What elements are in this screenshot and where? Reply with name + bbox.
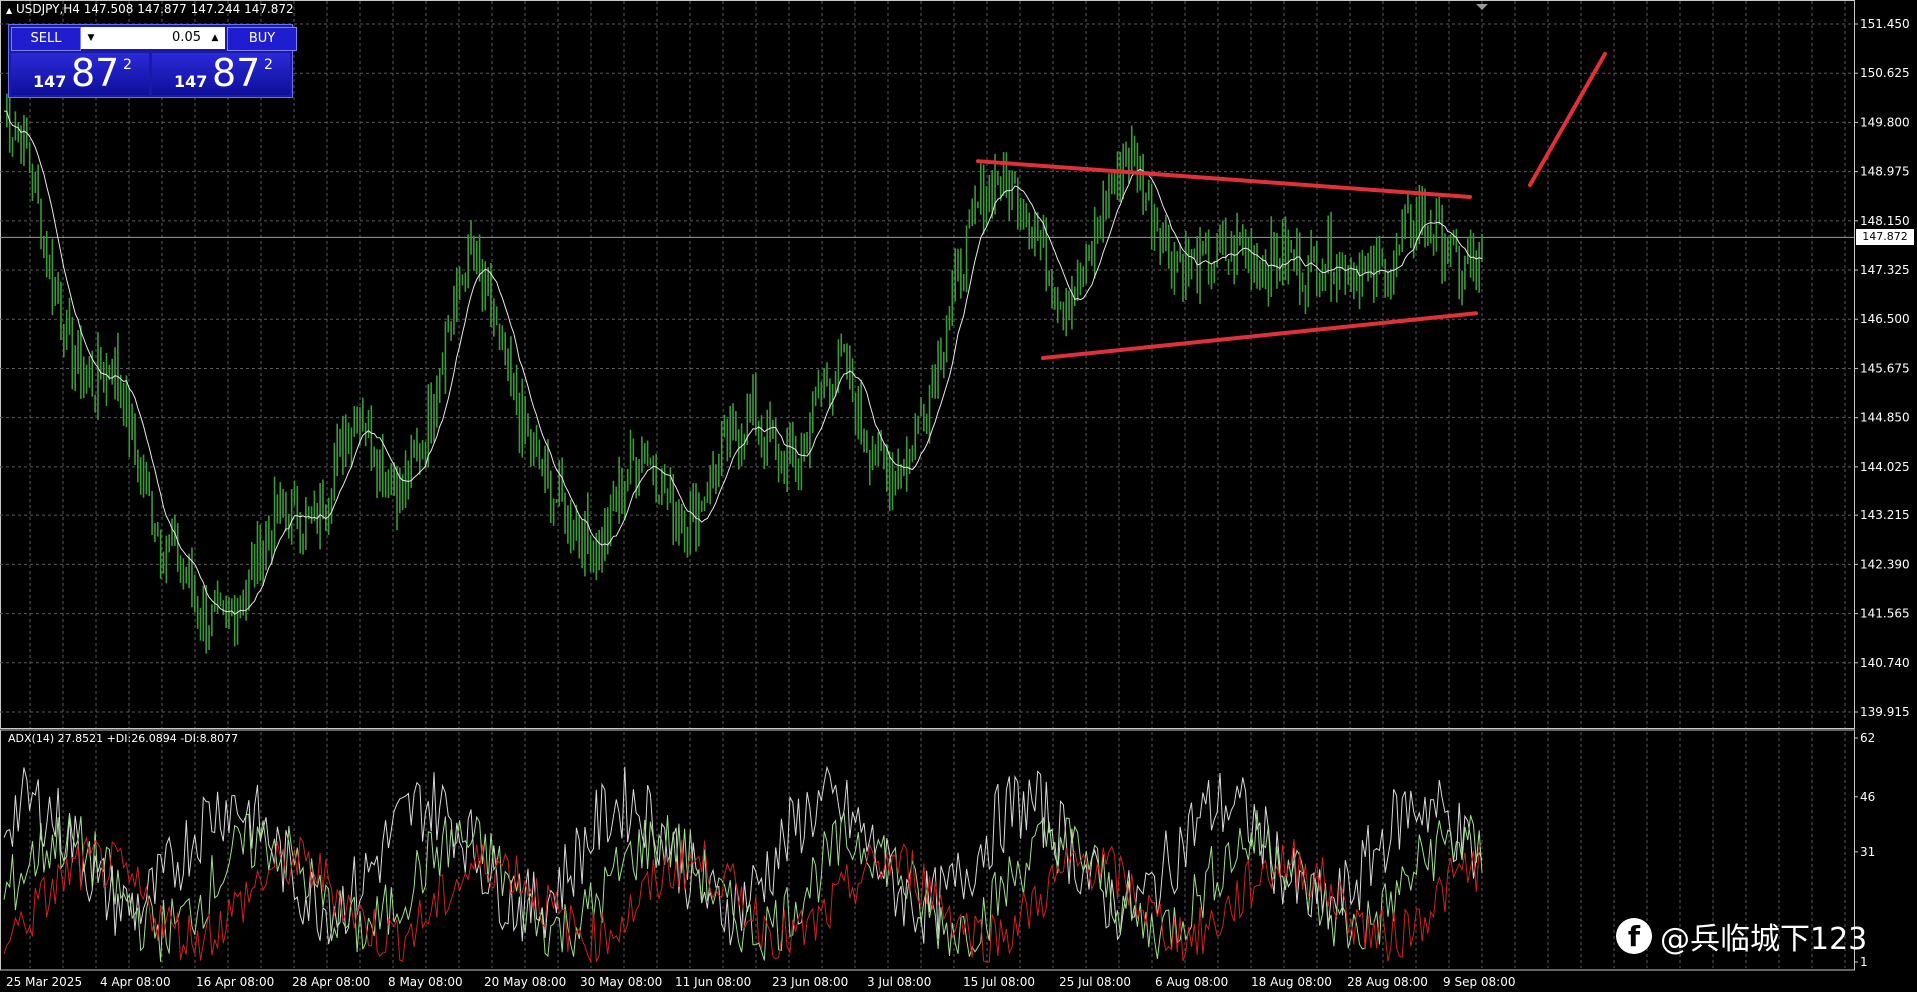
price-axis-label: 142.390 bbox=[1860, 557, 1910, 571]
price-axis-label: 145.675 bbox=[1860, 361, 1910, 375]
date-axis-label: 30 May 08:00 bbox=[580, 975, 662, 989]
adx-indicator-lines bbox=[3, 765, 1483, 964]
date-axis-label: 3 Jul 08:00 bbox=[867, 975, 931, 989]
price-axis-label: 146.500 bbox=[1860, 312, 1910, 326]
price-chart[interactable]: 151.450 150.625 149.800 148.975 148.150 147.3… bbox=[0, 0, 1917, 992]
indicator-axis-label: 46 bbox=[1860, 790, 1875, 804]
watermark-text: @兵临城下123 bbox=[1660, 922, 1868, 957]
date-axis-label: 28 Aug 08:00 bbox=[1347, 975, 1428, 989]
price-axis-label: 148.150 bbox=[1860, 214, 1910, 228]
buy-price[interactable]: 147 87 2 bbox=[152, 51, 290, 95]
lot-decrease-icon[interactable]: ▼ bbox=[83, 27, 99, 49]
price-axis-label: 139.915 bbox=[1860, 705, 1910, 719]
buy-price-pips: 87 bbox=[212, 51, 261, 95]
symbol-ohlc: USDJPY,H4 147.508 147.877 147.244 147.87… bbox=[15, 2, 294, 16]
sell-price-handle: 147 bbox=[33, 72, 67, 91]
buy-price-handle: 147 bbox=[174, 72, 208, 91]
chart-menu-icon[interactable]: ▲ bbox=[6, 6, 12, 15]
date-axis-label: 8 May 08:00 bbox=[388, 975, 463, 989]
price-axis-label: 147.325 bbox=[1860, 263, 1910, 277]
indicator-axis-label: 31 bbox=[1860, 845, 1875, 859]
date-axis-label: 9 Sep 08:00 bbox=[1443, 975, 1515, 989]
adx-indicator-title: ADX(14) 27.8521 +DI:26.0894 -DI:8.8077 bbox=[8, 732, 239, 745]
indicator-axis-label: 62 bbox=[1860, 731, 1875, 745]
price-axis-label: 143.215 bbox=[1860, 508, 1910, 522]
buy-price-fraction: 2 bbox=[264, 57, 273, 73]
sell-price-fraction: 2 bbox=[123, 57, 132, 73]
sell-price-pips: 87 bbox=[71, 51, 120, 95]
price-axis-label: 141.565 bbox=[1860, 607, 1910, 621]
moving-average-line bbox=[3, 110, 1483, 615]
price-axis-label: 149.800 bbox=[1860, 115, 1910, 129]
symbol-title: ▲ USDJPY,H4 147.508 147.877 147.244 147.… bbox=[6, 2, 294, 16]
price-axis-label: 144.025 bbox=[1860, 460, 1910, 474]
date-axis-label: 28 Apr 08:00 bbox=[292, 975, 370, 989]
price-axis-label: 148.975 bbox=[1860, 165, 1910, 179]
price-axis-label: 140.740 bbox=[1860, 656, 1910, 670]
one-click-trading-panel: SELL ▼ 0.05 ▲ BUY 147 87 2 147 87 2 bbox=[8, 24, 297, 98]
date-axis-label: 20 May 08:00 bbox=[484, 975, 566, 989]
date-axis-label: 23 Jun 08:00 bbox=[772, 975, 848, 989]
date-axis-label: 6 Aug 08:00 bbox=[1155, 975, 1228, 989]
watermark: f @兵临城下123 bbox=[1616, 912, 1867, 960]
current-price-tag: 147.872 bbox=[1856, 229, 1914, 246]
price-axis-label: 151.450 bbox=[1860, 17, 1910, 31]
date-axis-label: 18 Aug 08:00 bbox=[1251, 975, 1332, 989]
date-axis-label: 25 Mar 2025 bbox=[6, 975, 82, 989]
lot-size-field[interactable]: ▼ 0.05 ▲ bbox=[81, 27, 225, 49]
sell-button[interactable]: SELL bbox=[11, 27, 81, 51]
sell-price[interactable]: 147 87 2 bbox=[11, 51, 149, 95]
date-axis-label: 4 Apr 08:00 bbox=[100, 975, 171, 989]
chart-grid bbox=[0, 0, 1858, 971]
mt4-chart-window: 151.450 150.625 149.800 148.975 148.150 147.3… bbox=[0, 0, 1917, 992]
trendline bbox=[976, 159, 1472, 199]
date-axis-label: 15 Jul 08:00 bbox=[963, 975, 1035, 989]
trendline bbox=[1041, 311, 1478, 361]
price-axis-label: 144.850 bbox=[1860, 411, 1910, 425]
buy-button[interactable]: BUY bbox=[227, 27, 297, 51]
lot-value: 0.05 bbox=[172, 30, 201, 45]
chart-shift-marker bbox=[1476, 4, 1488, 10]
date-axis-label: 11 Jun 08:00 bbox=[675, 975, 751, 989]
date-axis-label: 25 Jul 08:00 bbox=[1059, 975, 1131, 989]
ma-path bbox=[3, 110, 1483, 615]
lot-increase-icon[interactable]: ▲ bbox=[207, 27, 223, 49]
price-axis-label: 150.625 bbox=[1860, 66, 1910, 80]
main-frame bbox=[0, 0, 1855, 729]
date-axis-label: 16 Apr 08:00 bbox=[196, 975, 274, 989]
facebook-icon: f bbox=[1616, 918, 1652, 954]
